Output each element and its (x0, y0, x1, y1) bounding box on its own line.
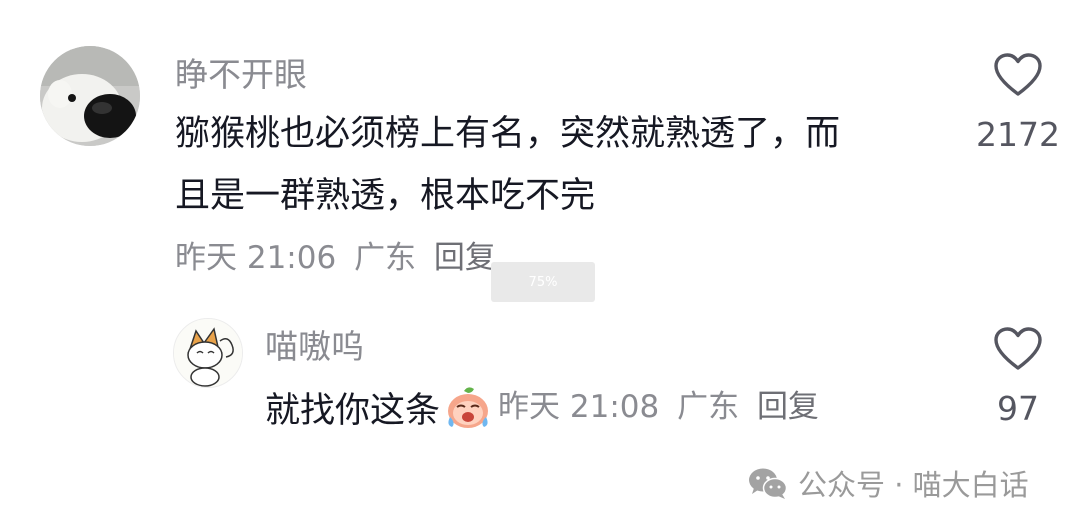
cartoon-cat-avatar-icon (174, 319, 242, 387)
avatar[interactable] (173, 318, 243, 388)
reply-button[interactable]: 回复 (434, 240, 496, 276)
comment-username[interactable]: 睁不开眼 (175, 58, 307, 91)
zoom-badge: 75% (491, 262, 595, 302)
wechat-icon (749, 468, 788, 499)
comment-location: 广东 (354, 240, 417, 276)
like-count: 2172 (976, 115, 1060, 154)
comment-text-line: 猕猴桃也必须榜上有名，突然就熟透了，而 (175, 114, 841, 154)
reply-meta: 昨天 21:08 广东 回复 (498, 388, 819, 425)
avatar[interactable] (40, 46, 140, 146)
reply-button[interactable]: 回复 (757, 389, 819, 425)
reply-text[interactable]: 就找你这条 (265, 382, 440, 433)
reply-location: 广东 (677, 388, 740, 425)
crying-face-emoji-icon (448, 387, 489, 428)
like-button[interactable] (993, 326, 1043, 372)
comment-text-line: 且是一群熟透，根本吃不完 (175, 176, 596, 216)
reply-time: 昨天 21:08 (498, 388, 660, 425)
comment-text[interactable]: 猕猴桃也必须榜上有名，突然就熟透了，而 且是一群熟透，根本吃不完 (175, 103, 935, 227)
reply-text-row: 就找你这条 昨天 21:08 广东 回复 (265, 382, 819, 432)
like-count: 97 (997, 389, 1039, 428)
comment-meta: 昨天 21:06 广东 回复 (175, 243, 496, 274)
heart-icon (994, 53, 1042, 96)
polar-bear-avatar-icon (40, 46, 140, 146)
reply-username[interactable]: 喵嗷呜 (265, 330, 364, 363)
like-button[interactable] (993, 52, 1043, 98)
watermark: 公众号 · 喵大白话 (748, 462, 1029, 504)
comment-time: 昨天 21:06 (175, 240, 337, 276)
watermark-text: 公众号 · 喵大白话 (798, 468, 1029, 502)
heart-icon (994, 327, 1042, 370)
